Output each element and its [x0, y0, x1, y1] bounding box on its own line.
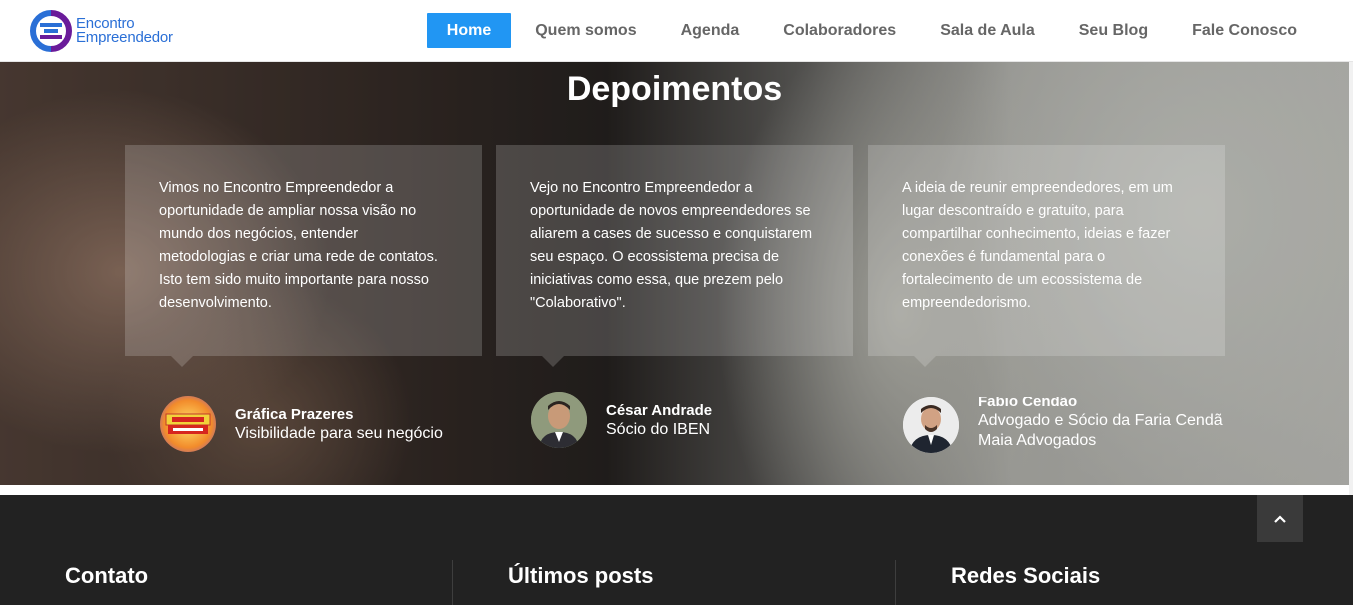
footer-divider	[895, 560, 896, 605]
logo-icon	[30, 10, 72, 52]
footer-divider	[452, 560, 453, 605]
grafica-logo-icon	[165, 413, 211, 434]
testimonial-author: Fabio Cendão Advogado e Sócio da Faria C…	[903, 397, 1225, 453]
avatar	[903, 397, 959, 453]
nav-quem-somos[interactable]: Quem somos	[513, 13, 658, 48]
nav-sala-de-aula[interactable]: Sala de Aula	[918, 13, 1057, 48]
section-title: Depoimentos	[566, 70, 783, 108]
testimonial-text: Vimos no Encontro Empreendedor a oportun…	[159, 180, 438, 311]
logo[interactable]: Encontro Empreendedor	[30, 8, 173, 54]
author-role: Visibilidade para seu negócio	[235, 424, 443, 442]
person-photo-icon	[903, 397, 959, 453]
page-scrollbar[interactable]	[1349, 62, 1353, 495]
author-info: Fabio Cendão Advogado e Sócio da Faria C…	[978, 397, 1224, 451]
footer-heading-redes-sociais: Redes Sociais	[951, 563, 1101, 588]
main-nav: Home Quem somos Agenda Colaboradores Sal…	[426, 13, 1319, 48]
nav-fale-conosco[interactable]: Fale Conosco	[1170, 13, 1319, 48]
testimonial-card: A ideia de reunir empreendedores, em um …	[868, 145, 1225, 367]
testimonials-section: Depoimentos Vimos no Encontro Empreended…	[0, 62, 1349, 485]
testimonial-text: Vejo no Encontro Empreendedor a oportuni…	[530, 180, 813, 311]
testimonial-card: Vimos no Encontro Empreendedor a oportun…	[125, 145, 482, 367]
author-role: Sócio do IBEN	[606, 420, 711, 438]
testimonial-author: Gráfica Prazeres Visibilidade para seu n…	[160, 396, 443, 452]
logo-line2: Empreendedor	[76, 29, 173, 46]
chevron-up-icon	[1274, 514, 1286, 523]
nav-home[interactable]: Home	[426, 13, 512, 48]
author-name: César Andrade	[606, 401, 713, 419]
nav-colaboradores[interactable]: Colaboradores	[761, 13, 918, 48]
avatar	[531, 392, 587, 448]
footer-heading-ultimos-posts: Últimos posts	[508, 563, 654, 588]
author-name: Gráfica Prazeres	[235, 405, 354, 423]
scroll-to-top-button[interactable]	[1257, 495, 1303, 542]
author-info: César Andrade Sócio do IBEN	[606, 401, 712, 440]
author-name: Fabio Cendão	[978, 397, 1078, 410]
testimonial-card: Vejo no Encontro Empreendedor a oportuni…	[496, 145, 853, 367]
testimonial-author: César Andrade Sócio do IBEN	[531, 392, 712, 448]
avatar	[160, 396, 216, 452]
nav-seu-blog[interactable]: Seu Blog	[1057, 13, 1170, 48]
nav-agenda[interactable]: Agenda	[659, 13, 762, 48]
logo-text: Encontro Empreendedor	[76, 16, 173, 46]
author-info: Gráfica Prazeres Visibilidade para seu n…	[235, 405, 443, 444]
site-footer: Contato Últimos posts Redes Sociais	[0, 495, 1353, 605]
author-role: Advogado e Sócio da Faria Cendã Maia Adv…	[978, 411, 1223, 449]
person-photo-icon	[531, 392, 587, 448]
site-header: Encontro Empreendedor Home Quem somos Ag…	[0, 0, 1353, 62]
testimonial-text: A ideia de reunir empreendedores, em um …	[902, 180, 1173, 311]
footer-heading-contato: Contato	[65, 563, 149, 588]
